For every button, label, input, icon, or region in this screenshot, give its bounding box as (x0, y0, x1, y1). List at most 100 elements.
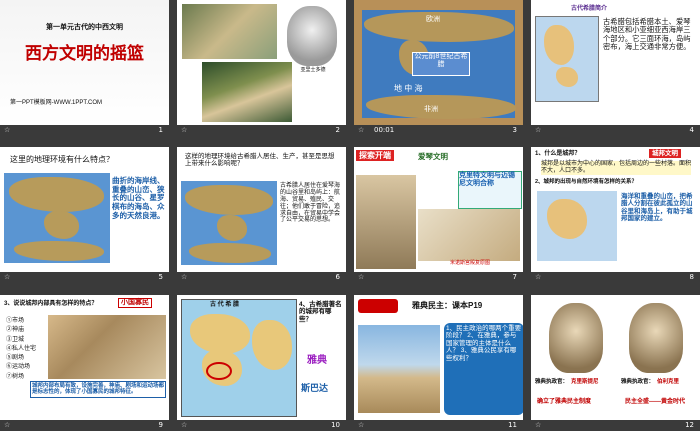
slide-thumbnail-9[interactable]: 3、说说城邦内部具有怎样的特点？ 小国寡民 ①市场 ②神庙 ③卫城 ④私人住宅 … (0, 295, 169, 431)
animation-star-icon: ☆ (535, 273, 542, 281)
animation-star-icon: ☆ (181, 421, 188, 429)
animation-star-icon: ☆ (358, 126, 365, 134)
map-title: 古 代 希 腊 (210, 302, 240, 308)
ancient-greece-map: 古 代 希 腊 (181, 299, 297, 417)
gate-photo (356, 175, 416, 269)
animation-star-icon: ☆ (4, 421, 11, 429)
bust-caption: 亚里士多德 (300, 67, 326, 73)
slide-thumbnail-6[interactable]: 这样的地理环境给古希腊人居住、生产，甚至是思想上带来什么影响呢？ 古希腊人居住在… (177, 147, 346, 283)
slide-summary: 城邦内部布局有致，设施完善，神庙、剧场和运动场都是标志性的，体现了小国寡民的城邦… (30, 381, 166, 398)
animation-star-icon: ☆ (181, 126, 188, 134)
slide-title: 爱琴文明 (418, 152, 448, 161)
slide-thumbnail-10[interactable]: 古 代 希 腊 4、古希腊著名的城邦有哪些？ 雅典 斯巴达 ☆ 10 (177, 295, 346, 431)
photo-caption: 米诺斯宫殿复原图 (450, 260, 491, 266)
slide-body: 古希腊包括希腊本土、爱琴海地区和小亚细亚西海岸三个部分。它三面环海，岛屿密布，海… (603, 17, 691, 52)
tag-label: 探索开端 (356, 150, 394, 162)
slide-number: 8 (689, 273, 694, 281)
slide-number: 5 (158, 273, 163, 281)
slide-thumbnail-1[interactable]: 第一单元古代的中西文明 西方文明的摇篮 第一PPT模板网-WWW.1PPT.CO… (0, 0, 169, 136)
slide-thumbnail-3[interactable]: 欧洲 公元前8世纪古希腊 地 中 海 非洲 ☆ 00:01 3 (354, 0, 523, 136)
thumbnail-footer: ☆ 10 (177, 420, 346, 431)
animation-star-icon: ☆ (4, 273, 11, 281)
slide-number: 9 (158, 421, 163, 429)
animation-star-icon: ☆ (181, 273, 188, 281)
animation-star-icon: ☆ (4, 126, 11, 134)
slide-thumbnail-7[interactable]: 探索开端 爱琴文明 克里特文明与迈锡尼文明合称 米诺斯宫殿复原图 ☆ 7 (354, 147, 523, 283)
slide-canvas: 欧洲 公元前8世纪古希腊 地 中 海 非洲 (354, 0, 523, 125)
slide-number: 10 (331, 421, 340, 429)
answer-1: 城邦是以城市为中心的国家，包括周边的一些村落。面积不大，人口不多。 (541, 161, 692, 175)
thumbnail-footer: ☆ 4 (531, 125, 700, 136)
legend-item: ④私人住宅 (6, 345, 37, 352)
map-title-box: 公元前8世纪古希腊 (412, 52, 470, 76)
legend-item: ①市场 (6, 318, 25, 324)
thumbnail-footer: ☆ 6 (177, 272, 346, 283)
slide-header: 古代希腊简介 (571, 6, 608, 12)
right-name: 伯利克里 (657, 379, 680, 385)
palace-photo (418, 209, 520, 261)
slide-number: 11 (508, 421, 517, 429)
bust-left (549, 303, 603, 373)
question-bubble: 1、民主政治的哪两个重要阶段？ 2、在雅典，参与国家管理的主体是什么人？ 3、雅… (444, 323, 523, 415)
left-label: 雅典执政官： (535, 379, 569, 385)
legend-item: ②神庙 (6, 327, 25, 334)
slide-answer: 古希腊人居住在爱琴海的山谷里和岛屿上：航海、贸易、殖民、交往；他们敢于冒险，追求… (280, 183, 341, 224)
slide-number: 12 (685, 421, 694, 429)
slide-question: 这里的地理环境有什么特点？ (10, 155, 114, 164)
slide-title: 雅典民主：课本P19 (412, 301, 483, 310)
animation-star-icon: ☆ (358, 421, 365, 429)
slide-number: 3 (512, 126, 517, 134)
thumbnail-footer: ☆ 12 (531, 420, 700, 431)
slide-canvas: 古 代 希 腊 4、古希腊著名的城邦有哪些？ 雅典 斯巴达 (177, 295, 346, 420)
slide-thumbnail-2[interactable]: 亚里士多德 ☆ 2 (177, 0, 346, 136)
animation-star-icon: ☆ (358, 273, 365, 281)
right-label: 雅典执政官： (621, 379, 655, 385)
greece-map (535, 16, 599, 102)
slide-thumbnail-5[interactable]: 这里的地理环境有什么特点？ 曲折的海岸线、重叠的山峦、狭长的山谷、星罗棋布的海岛… (0, 147, 169, 283)
slide-canvas: 这样的地理环境给古希腊人居住、生产，甚至是思想上带来什么影响呢？ 古希腊人居住在… (177, 147, 346, 272)
slide-canvas: 古代希腊简介 古希腊包括希腊本土、爱琴海地区和小亚细亚西海岸三个部分。它三面环海… (531, 0, 700, 125)
left-name: 克里斯提尼 (571, 379, 599, 385)
legend-item: ⑥运动场 (6, 364, 31, 371)
thumbnail-footer: ☆ 11 (354, 420, 523, 431)
legend-list: ①市场 ②神庙 ③卫城 ④私人住宅 ⑤剧场 ⑥运动场 ⑦树场 (6, 317, 48, 382)
slide-footer-text: 第一PPT模板网-WWW.1PPT.COM (10, 100, 102, 106)
left-caption: 确立了雅典民主制度 (537, 399, 592, 405)
bust-photo (287, 6, 337, 66)
animation-star-icon: ☆ (535, 126, 542, 134)
relief-map (4, 173, 110, 263)
slide-number: 7 (512, 273, 517, 281)
slide-canvas: 亚里士多德 (177, 0, 346, 125)
answer-athens: 雅典 (307, 355, 327, 366)
slide-number: 4 (689, 126, 694, 134)
question-2: 2、城邦的出现与自然环境有怎样的关系？ (535, 179, 638, 185)
slide-canvas: 雅典执政官： 克里斯提尼 雅典执政官： 伯利克里 确立了雅典民主制度 民主全盛—… (531, 295, 700, 420)
thumbnail-footer: ☆ 1 (0, 125, 169, 136)
map-label-sea: 地 中 海 (394, 84, 423, 93)
right-caption: 民主全盛——黄金时代 (625, 399, 686, 405)
map-label-africa: 非洲 (424, 106, 438, 113)
slide-number: 6 (335, 273, 340, 281)
answer-sparta: 斯巴达 (301, 383, 329, 393)
slide-thumbnail-11[interactable]: 雅典民主：课本P19 1、民主政治的哪两个重要阶段？ 2、在雅典，参与国家管理的… (354, 295, 523, 431)
map-highlight (206, 362, 232, 380)
slide-number: 1 (158, 126, 163, 134)
slide-title: 西方文明的摇篮 (25, 44, 144, 63)
thumbnail-footer: ☆ 7 (354, 272, 523, 283)
map-label-europe: 欧洲 (426, 16, 440, 23)
answer-2: 海洋和重叠的山峦，把希腊人分割在彼此孤立的山谷里和海岛上，有助于城邦国家的建立。 (621, 193, 693, 223)
slide-number: 2 (335, 126, 340, 134)
speech-bubble: 克里特文明与迈锡尼文明合称 (458, 171, 522, 209)
city-illustration (48, 315, 166, 379)
bust-right (629, 303, 683, 373)
slide-question: 这样的地理环境给古希腊人居住、生产，甚至是思想上带来什么影响呢？ (185, 153, 335, 168)
slide-thumbnail-4[interactable]: 古代希腊简介 古希腊包括希腊本土、爱琴海地区和小亚细亚西海岸三个部分。它三面环海… (531, 0, 700, 136)
slide-thumbnail-12[interactable]: 雅典执政官： 克里斯提尼 雅典执政官： 伯利克里 确立了雅典民主制度 民主全盛—… (531, 295, 700, 431)
thumbnail-footer: ☆ 5 (0, 272, 169, 283)
slide-thumbnail-8[interactable]: 城邦文明 1、什么是城邦？ 城邦是以城市为中心的国家，包括周边的一些村落。面积不… (531, 147, 700, 283)
question-1: 1、什么是城邦？ (535, 151, 581, 157)
logo-badge (358, 299, 398, 313)
slide-canvas: 探索开端 爱琴文明 克里特文明与迈锡尼文明合称 米诺斯宫殿复原图 (354, 147, 523, 272)
painting-photo (202, 62, 292, 122)
slide-subtitle: 第一单元古代的中西文明 (46, 24, 123, 31)
